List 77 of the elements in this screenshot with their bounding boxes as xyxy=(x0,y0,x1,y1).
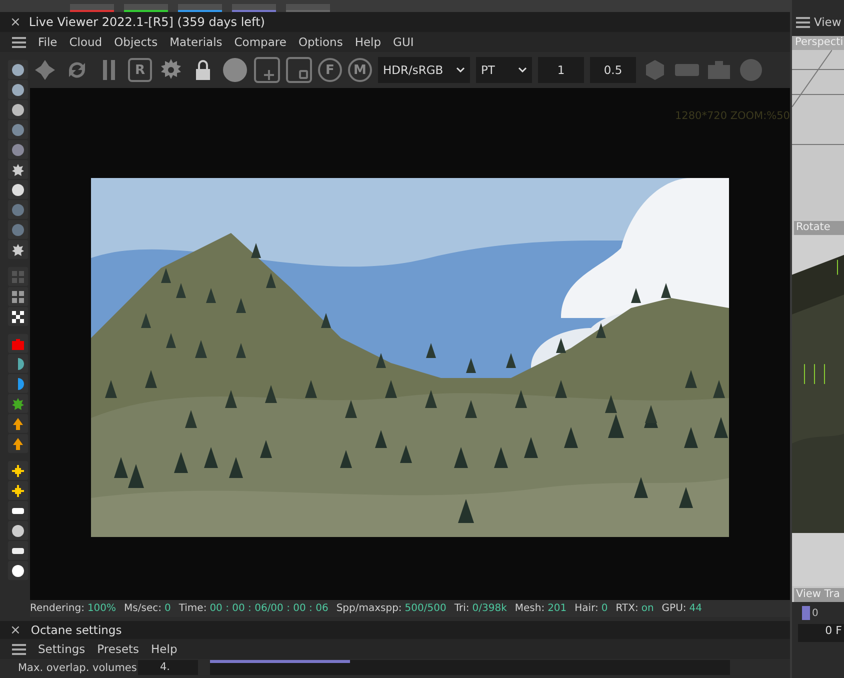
menu-icon[interactable] xyxy=(12,644,26,654)
tool-button[interactable] xyxy=(8,561,28,580)
tool-button[interactable] xyxy=(8,80,28,99)
status-item: Mesh: 201 xyxy=(514,603,567,614)
menu-item[interactable]: Options xyxy=(298,35,343,49)
menu-item[interactable]: GUI xyxy=(393,35,414,49)
tool-button[interactable] xyxy=(8,100,28,119)
gear-icon[interactable] xyxy=(11,162,25,176)
caret-icon xyxy=(518,67,527,73)
sun-icon[interactable] xyxy=(11,464,25,478)
menu-icon[interactable] xyxy=(796,16,810,28)
tool-button[interactable] xyxy=(8,240,28,259)
tool-button[interactable] xyxy=(8,481,28,500)
pin-button[interactable]: M xyxy=(348,58,372,82)
close-button[interactable]: × xyxy=(10,14,21,30)
color-space-select[interactable]: HDR/sRGB xyxy=(378,57,470,83)
add-region-icon[interactable] xyxy=(254,57,280,83)
status-item: Tri: 0/398k xyxy=(454,603,507,614)
slider[interactable] xyxy=(210,660,730,675)
status-item: Ms/sec: 0 xyxy=(124,603,171,614)
menu-item[interactable]: Materials xyxy=(170,35,222,49)
sphere-icon[interactable] xyxy=(11,62,25,76)
gear-icon[interactable] xyxy=(11,396,25,410)
tool-button[interactable] xyxy=(8,307,28,326)
frame-number: 0 xyxy=(812,608,818,618)
status-item: Hair: 0 xyxy=(574,603,608,614)
status-item: Spp/maxspp: 500/500 xyxy=(336,603,446,614)
status-item: GPU: 44 xyxy=(662,603,702,614)
caret-icon xyxy=(456,67,465,73)
value-field[interactable]: 4. xyxy=(138,660,198,675)
camera-icon[interactable] xyxy=(11,336,25,350)
status-item: RTX: on xyxy=(616,603,654,614)
frame-field[interactable]: 0 F xyxy=(798,624,844,642)
region-button[interactable]: R xyxy=(128,58,152,82)
menu-item[interactable]: Presets xyxy=(97,642,140,656)
tool-button[interactable] xyxy=(8,160,28,179)
pin-button[interactable]: F xyxy=(318,58,342,82)
menu-item[interactable]: Help xyxy=(151,642,178,656)
tool-button[interactable] xyxy=(8,521,28,540)
tool-button[interactable] xyxy=(8,180,28,199)
sphere-icon[interactable] xyxy=(11,524,25,538)
close-button[interactable]: × xyxy=(10,622,21,638)
toolbar-strip-button[interactable] xyxy=(178,4,222,12)
sphere-icon[interactable] xyxy=(11,182,25,196)
tool-button[interactable] xyxy=(8,501,28,520)
sphere-icon[interactable] xyxy=(11,82,25,96)
menu-item[interactable]: Objects xyxy=(114,35,158,49)
kernel-select[interactable]: PT xyxy=(476,57,532,83)
sphere-icon[interactable] xyxy=(11,102,25,116)
tool-button[interactable] xyxy=(8,60,28,79)
menu-item[interactable]: Compare xyxy=(234,35,286,49)
status-item: Time: 00 : 00 : 06/00 : 00 : 06 xyxy=(178,603,328,614)
menu-item[interactable]: Cloud xyxy=(69,35,102,49)
status-item: Rendering: 100% xyxy=(30,603,116,614)
sun-icon[interactable] xyxy=(11,484,25,498)
panel-title: View xyxy=(814,15,842,29)
tool-button[interactable] xyxy=(8,414,28,433)
frame-marker[interactable] xyxy=(802,606,810,620)
panel-title: Octane settings xyxy=(30,623,122,637)
menu-item[interactable]: File xyxy=(38,35,58,49)
setting-label: Max. overlap. volumes xyxy=(17,662,138,674)
gear-icon[interactable] xyxy=(11,242,25,256)
sphere-icon[interactable] xyxy=(11,564,25,578)
menu-icon[interactable] xyxy=(12,36,26,48)
tool-button[interactable] xyxy=(8,434,28,453)
tool-button[interactable] xyxy=(8,461,28,480)
tool-button[interactable] xyxy=(8,541,28,560)
camera-label: Perspecti xyxy=(792,36,844,50)
square-icon[interactable] xyxy=(286,57,312,83)
window-title: Live Viewer 2022.1-[R5] (359 days left) xyxy=(28,15,265,29)
toolbar-strip-button[interactable] xyxy=(124,4,168,12)
checker-icon[interactable] xyxy=(11,310,25,324)
menu-item[interactable]: Settings xyxy=(38,642,86,656)
menu-item[interactable]: Help xyxy=(354,35,382,49)
value-field[interactable]: 0.5 xyxy=(590,57,636,83)
value-field[interactable]: 1 xyxy=(538,57,584,83)
grid-icon[interactable] xyxy=(11,290,25,304)
